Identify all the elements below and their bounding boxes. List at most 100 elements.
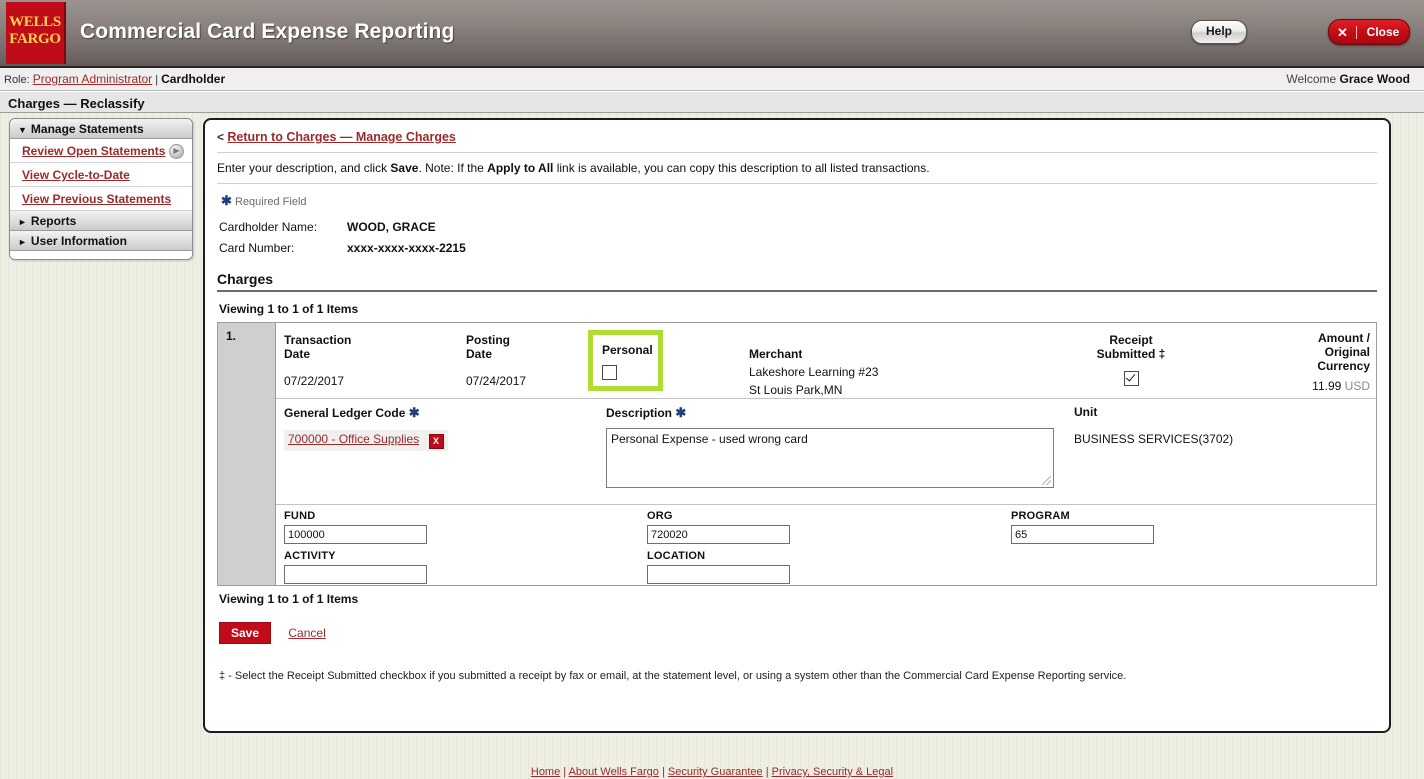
personal-label: Personal (602, 343, 653, 357)
instructions-save-keyword: Save (390, 161, 419, 175)
delete-icon[interactable]: X (428, 434, 444, 449)
sidebar-group-label: Reports (30, 214, 77, 228)
transaction-date-label-line1: Transaction (284, 333, 352, 347)
instructions-part-3: link is available, you can copy this des… (553, 161, 930, 175)
save-button[interactable]: Save (219, 622, 272, 644)
personal-checkbox[interactable] (602, 365, 617, 380)
sidebar-item-view-cycle-to-date[interactable]: View Cycle-to-Date (10, 163, 192, 187)
sidebar-bottom-spacer (10, 251, 192, 259)
merchant-city: St Louis Park,MN (749, 383, 843, 397)
general-ledger-code-link[interactable]: 700000 - Office Supplies (288, 432, 419, 446)
charge-detail-rows: Transaction Date 07/22/2017 Posting Date… (276, 323, 1376, 585)
role-divider: | (155, 74, 159, 86)
sidebar-item-label: View Cycle-to-Date (22, 168, 130, 182)
program-field: PROGRAM (1011, 510, 1154, 544)
card-number-label: Card Number: (219, 241, 295, 255)
footer-separator: | (762, 766, 772, 778)
posting-date-label-line2: Date (466, 347, 493, 361)
triangle-right-icon: ► (18, 237, 27, 247)
instructions-apply-to-all-keyword: Apply to All (487, 161, 554, 175)
welcome-prefix: Welcome (1286, 72, 1337, 86)
charge-summary-row: Transaction Date 07/22/2017 Posting Date… (276, 323, 1376, 399)
sidebar-group-manage-statements[interactable]: ▼ Manage Statements (10, 119, 192, 139)
card-number-row: Card Number: xxxx-xxxx-xxxx-2215 (217, 234, 1377, 255)
gl-label-text: General Ledger Code (284, 406, 406, 420)
merchant-label: Merchant (749, 347, 803, 361)
receipt-submitted-label-line1: Receipt (1109, 333, 1153, 347)
description-textarea[interactable]: Personal Expense - used wrong card (606, 428, 1054, 488)
welcome-user-name: Grace Wood (1339, 72, 1410, 86)
triangle-right-icon: ► (18, 217, 27, 227)
amount-value: 11.99 (1312, 379, 1342, 393)
required-star-icon: ✱ (408, 405, 420, 420)
arrow-right-circle-icon: ▶ (169, 144, 184, 159)
viewing-count-top: Viewing 1 to 1 of 1 Items (219, 302, 359, 316)
sidebar-group-user-information[interactable]: ► User Information (10, 231, 192, 251)
sidebar-item-review-open-statements[interactable]: Review Open Statements ▶ (10, 139, 192, 163)
close-button[interactable]: ✕ Close (1328, 19, 1410, 45)
activity-input[interactable] (284, 565, 427, 584)
resize-grip-icon[interactable] (1042, 476, 1051, 485)
merchant-name: Lakeshore Learning #23 (749, 365, 879, 379)
footer-link-about-wells-fargo[interactable]: About Wells Fargo (569, 766, 659, 778)
amount-label-line2: Original (1324, 345, 1370, 359)
help-button[interactable]: Help (1191, 20, 1247, 44)
description-value: Personal Expense - used wrong card (611, 432, 808, 446)
footer-link-security-guarantee[interactable]: Security Guarantee (668, 766, 763, 778)
instructions-part-2: . Note: If the (418, 161, 488, 175)
sidebar-item-view-previous-statements[interactable]: View Previous Statements (10, 187, 192, 211)
card-number-value: xxxx-xxxx-xxxx-2215 (347, 241, 466, 255)
page-title: Charges — Reclassify (0, 91, 1424, 113)
footer-link-home[interactable]: Home (531, 766, 560, 778)
fund-label: FUND (284, 510, 316, 522)
posting-date-value: 07/24/2017 (466, 374, 527, 388)
sidebar-item-label: View Previous Statements (22, 192, 172, 206)
activity-label: ACTIVITY (284, 550, 336, 562)
page-footer: Home | About Wells Fargo | Security Guar… (0, 766, 1424, 779)
location-label: LOCATION (647, 550, 706, 562)
cancel-link[interactable]: Cancel (288, 626, 325, 640)
general-ledger-code-label: General Ledger Code ✱ (284, 405, 448, 421)
receipt-submitted-footnote: ‡ - Select the Receipt Submitted checkbo… (219, 670, 1127, 682)
footer-separator: | (658, 766, 668, 778)
logo-line-2: FARGO (9, 31, 61, 47)
receipt-submitted-checkbox[interactable] (1123, 371, 1139, 386)
sidebar-group-label: Manage Statements (30, 122, 144, 136)
close-icon: ✕ (1329, 25, 1357, 39)
role-link-program-administrator[interactable]: Program Administrator (33, 72, 152, 86)
return-to-manage-charges-link[interactable]: Return to Charges — Manage Charges (227, 130, 456, 144)
triangle-down-icon: ▼ (18, 125, 27, 135)
required-field-label: Required Field (234, 196, 307, 208)
form-actions: Save Cancel (217, 606, 1377, 644)
welcome-message: Welcome Grace Wood (1286, 72, 1410, 86)
amount-label-line1: Amount / (1318, 331, 1370, 345)
page-content: ▼ Manage Statements Review Open Statement… (0, 113, 1424, 758)
app-title: Commercial Card Expense Reporting (80, 20, 455, 43)
posting-date-cell: Posting Date 07/24/2017 (466, 333, 526, 388)
required-field-legend: ✱ Required Field (217, 184, 1377, 213)
fund-input[interactable] (284, 525, 427, 544)
back-chevron-icon: < (217, 130, 225, 144)
location-input[interactable] (647, 565, 790, 584)
posting-date-label-line1: Posting (466, 333, 510, 347)
receipt-submitted-cell: Receipt Submitted ‡ (1076, 333, 1186, 386)
org-input[interactable] (647, 525, 790, 544)
org-label: ORG (647, 510, 673, 522)
sidebar-group-reports[interactable]: ► Reports (10, 211, 192, 231)
merchant-cell: Merchant Lakeshore Learning #23 St Louis… (749, 347, 878, 397)
footer-link-privacy-security-legal[interactable]: Privacy, Security & Legal (772, 766, 893, 778)
program-input[interactable] (1011, 525, 1154, 544)
cardholder-name-label: Cardholder Name: (219, 220, 318, 234)
app-header: WELLS FARGO Commercial Card Expense Repo… (0, 0, 1424, 68)
amount-label-line3: Currency (1317, 359, 1370, 373)
sidebar-group-label: User Information (30, 234, 127, 248)
wells-fargo-logo: WELLS FARGO (6, 2, 66, 64)
role-indicator: Role: Program Administrator | Cardholder (4, 72, 225, 86)
receipt-submitted-label-line2: Submitted ‡ (1096, 347, 1166, 361)
transaction-date-label-line2: Date (284, 347, 311, 361)
instructions-text: Enter your description, and click Save. … (217, 153, 1377, 184)
unit-value: BUSINESS SERVICES(3702) (1074, 432, 1234, 446)
amount-currency: USD (1344, 379, 1370, 393)
org-field: ORG (647, 510, 790, 544)
transaction-date-value: 07/22/2017 (284, 374, 345, 388)
